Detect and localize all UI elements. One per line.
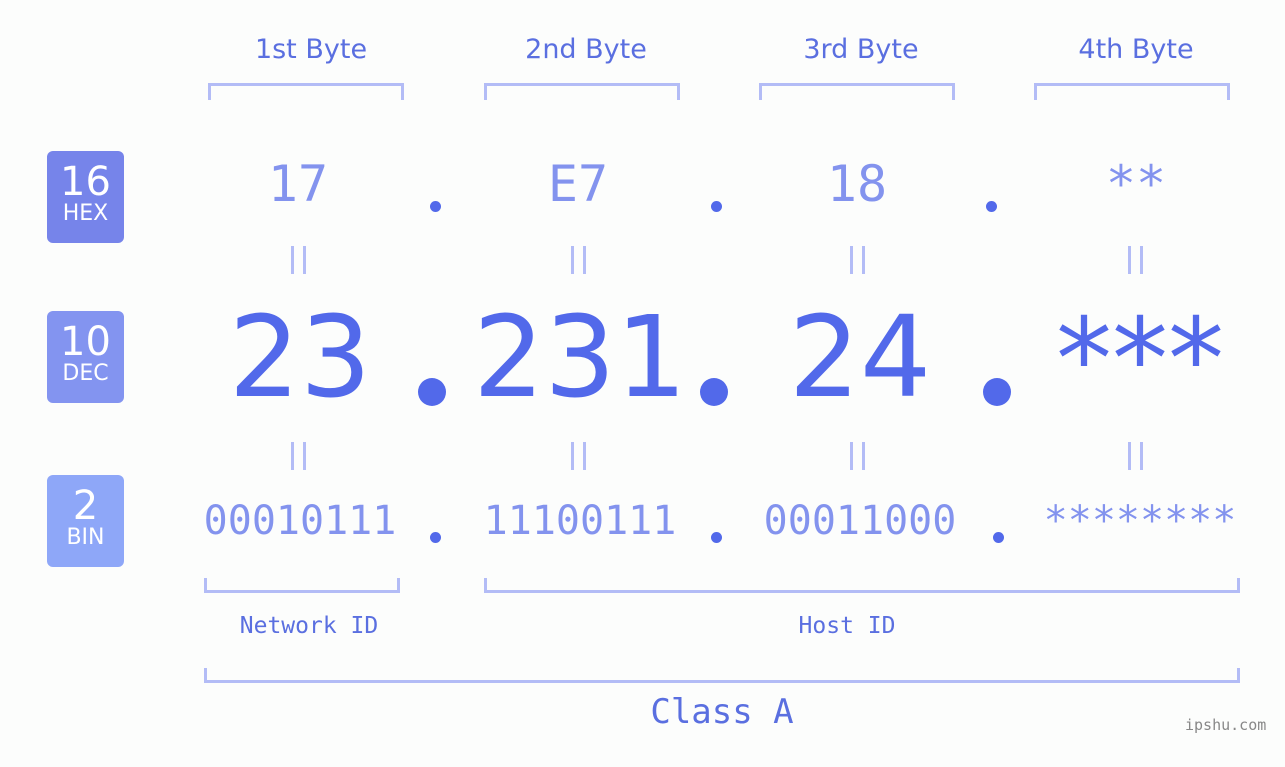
hex-byte-2: E7: [547, 155, 609, 213]
hex-badge: 16 HEX: [47, 151, 124, 243]
network-id-label: Network ID: [239, 613, 379, 639]
byte-bracket-3: [759, 83, 955, 100]
bin-separator-dot: [430, 532, 441, 543]
equals-sign: [571, 246, 589, 274]
equals-sign: [291, 442, 309, 470]
hex-separator-dot: [711, 201, 722, 212]
bin-byte-2: 11100111: [483, 498, 677, 544]
byte-bracket-4: [1034, 83, 1230, 100]
bin-separator-dot: [711, 532, 722, 543]
dec-byte-4: ***: [1056, 295, 1224, 425]
equals-sign: [1128, 442, 1146, 470]
host-id-bracket: [484, 578, 1240, 593]
hex-byte-1: 17: [267, 155, 329, 213]
dec-badge-label: DEC: [62, 361, 109, 386]
dec-byte-2: 231: [473, 293, 687, 423]
equals-sign: [850, 442, 868, 470]
bin-byte-4: ********: [1043, 498, 1237, 544]
byte-header-1: 1st Byte: [254, 34, 368, 65]
hex-separator-dot: [430, 201, 441, 212]
dec-byte-3: 24: [788, 293, 932, 423]
class-label: Class A: [650, 692, 794, 732]
hex-byte-4: **: [1105, 155, 1167, 213]
bin-badge-label: BIN: [66, 525, 105, 550]
equals-sign: [571, 442, 589, 470]
dec-badge: 10 DEC: [47, 311, 124, 403]
bin-badge-base: 2: [72, 483, 99, 529]
dec-separator-dot: [700, 378, 728, 406]
dec-separator-dot: [418, 378, 446, 406]
equals-sign: [850, 246, 868, 274]
bin-badge: 2 BIN: [47, 475, 124, 567]
bin-separator-dot: [993, 532, 1004, 543]
dec-byte-1: 23: [228, 293, 372, 423]
hex-byte-3: 18: [826, 155, 888, 213]
byte-header-2: 2nd Byte: [525, 34, 647, 65]
class-bracket: [204, 668, 1240, 683]
byte-bracket-2: [484, 83, 680, 100]
hex-separator-dot: [986, 201, 997, 212]
network-id-bracket: [204, 578, 400, 593]
equals-sign: [291, 246, 309, 274]
watermark: ipshu.com: [1185, 716, 1267, 734]
bin-byte-3: 00011000: [763, 498, 957, 544]
dec-badge-base: 10: [60, 319, 111, 365]
hex-badge-base: 16: [60, 159, 111, 205]
byte-bracket-1: [208, 83, 404, 100]
byte-header-4: 4th Byte: [1078, 34, 1194, 65]
byte-header-3: 3rd Byte: [803, 34, 919, 65]
hex-badge-label: HEX: [62, 201, 109, 226]
bin-byte-1: 00010111: [203, 498, 397, 544]
host-id-label: Host ID: [798, 613, 896, 639]
dec-separator-dot: [983, 378, 1011, 406]
equals-sign: [1128, 246, 1146, 274]
